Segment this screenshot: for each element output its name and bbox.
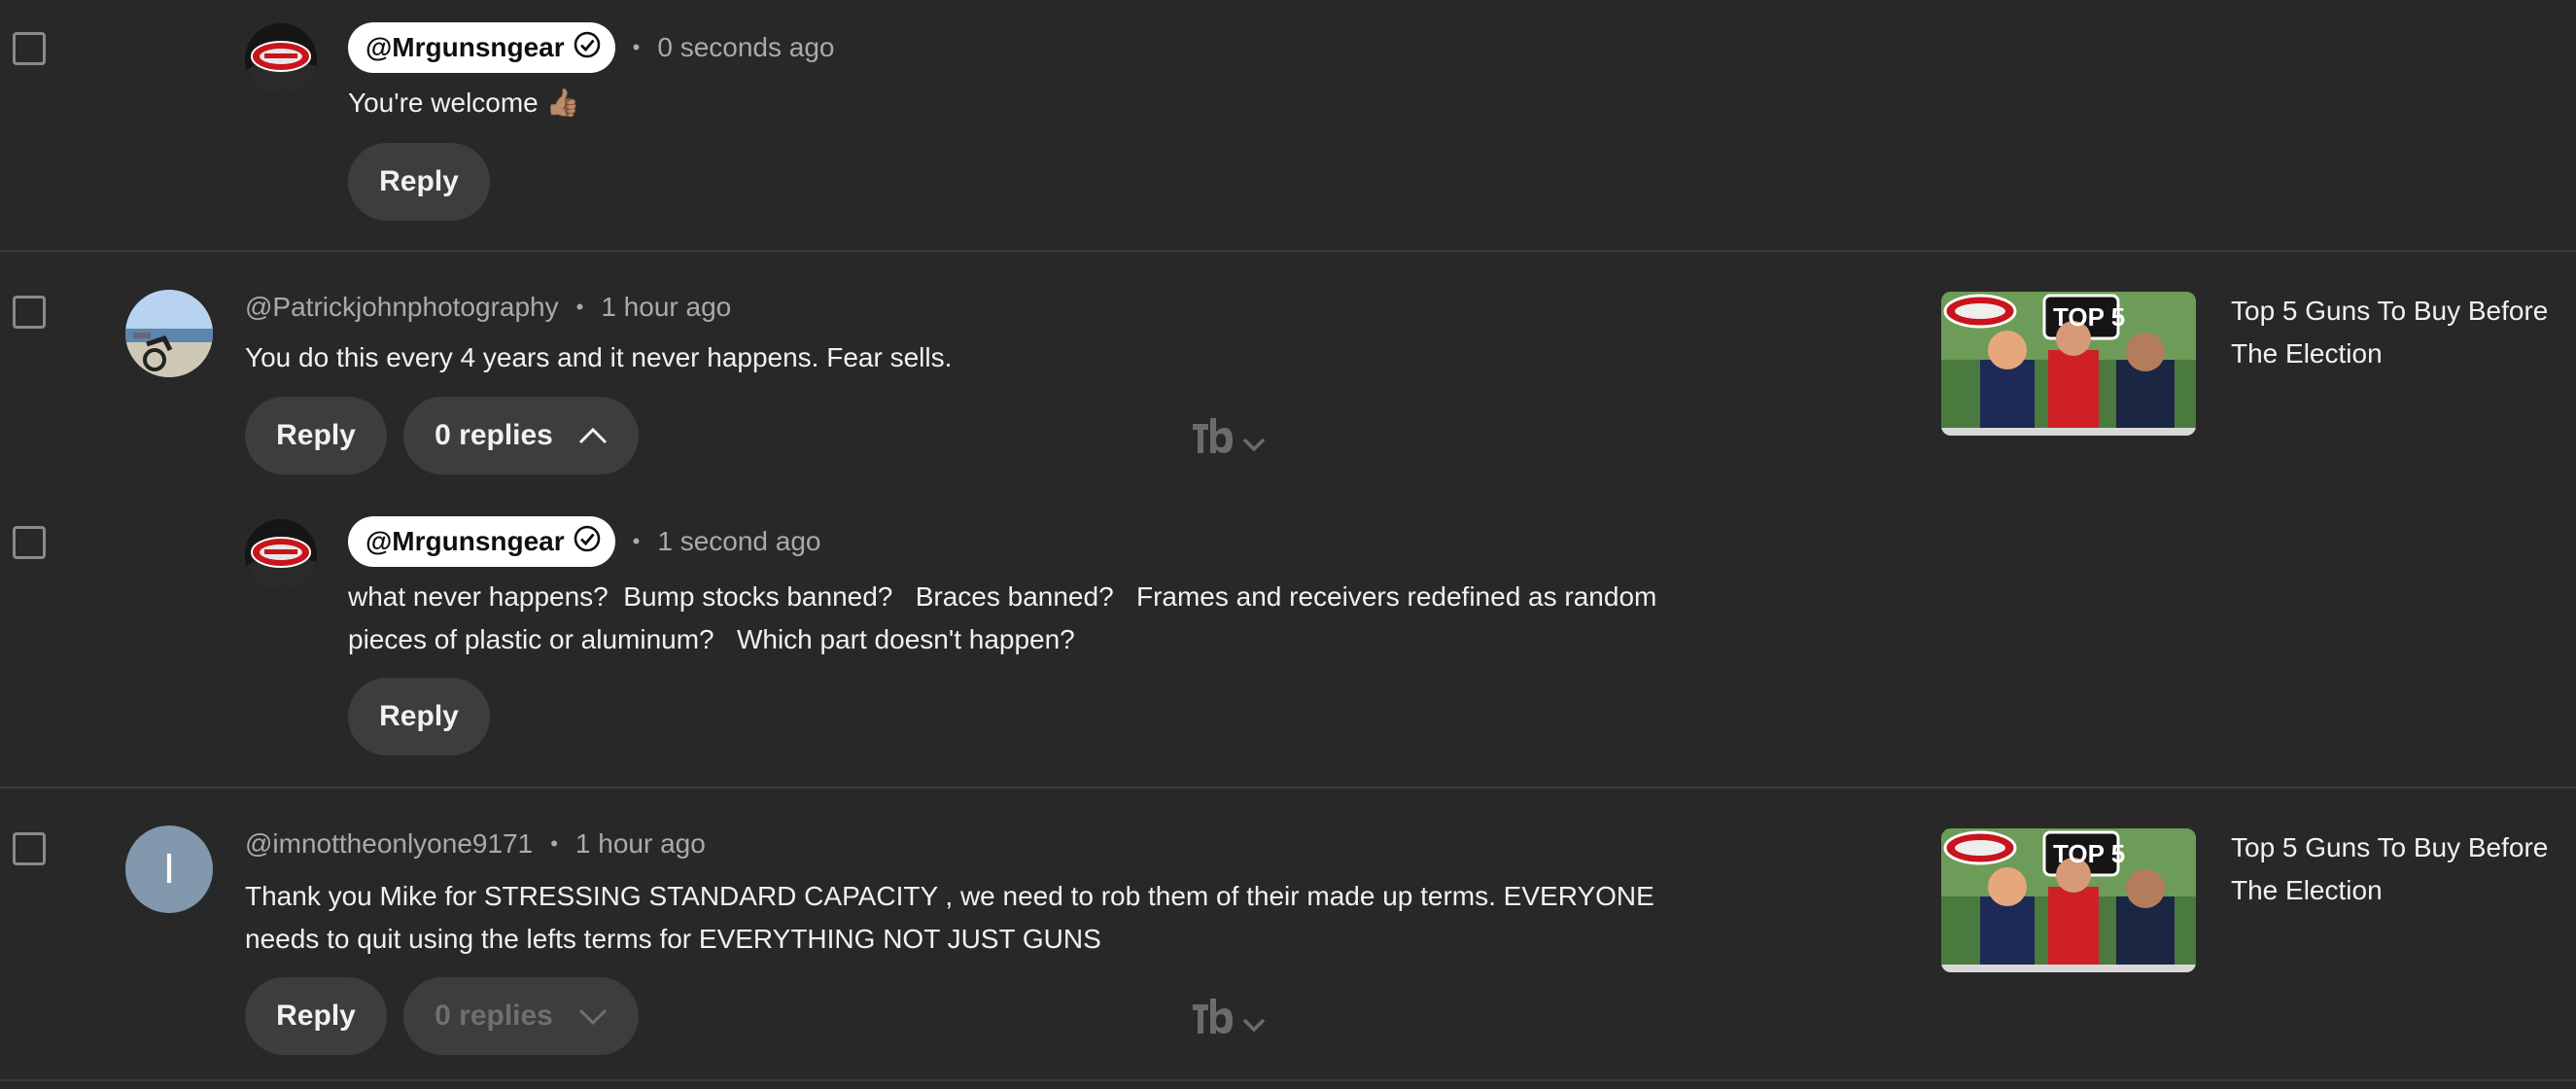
comment-text: You do this every 4 years and it never h… xyxy=(245,342,953,372)
reply-button[interactable]: Reply xyxy=(245,397,387,474)
replies-toggle-button[interactable]: 0 replies xyxy=(403,397,639,474)
select-checkbox[interactable] xyxy=(13,296,46,329)
owner-avatar[interactable] xyxy=(245,519,317,591)
replies-count: 0 replies xyxy=(435,1000,553,1032)
thumbnail-badge-text: TOP 5 xyxy=(2053,302,2126,332)
author-name[interactable]: @imnottheonlyone9171 xyxy=(245,828,533,860)
check-circle-icon xyxy=(573,30,602,66)
reply-button[interactable]: Reply xyxy=(348,143,490,221)
author-name: @Mrgunsngear xyxy=(366,526,565,556)
video-title[interactable]: Top 5 Guns To Buy Before The Election xyxy=(2231,826,2552,912)
tubebuddy-icon xyxy=(1191,997,1234,1045)
chevron-up-icon xyxy=(578,426,608,445)
tubebuddy-menu[interactable] xyxy=(1191,997,1267,1045)
reply-label: Reply xyxy=(379,700,459,732)
comment-time[interactable]: 1 hour ago xyxy=(575,828,706,860)
chevron-down-icon xyxy=(578,1006,608,1026)
tubebuddy-menu[interactable] xyxy=(1191,416,1267,465)
separator-dot: • xyxy=(632,35,641,59)
video-title[interactable]: Top 5 Guns To Buy Before The Election xyxy=(2231,290,2552,375)
user-avatar[interactable]: I xyxy=(125,826,213,913)
reply-button[interactable]: Reply xyxy=(245,977,387,1055)
owner-avatar[interactable] xyxy=(245,23,317,95)
avatar-letter: I xyxy=(162,845,176,893)
comment-text: Thank you Mike for STRESSING STANDARD CA… xyxy=(245,881,1670,954)
chevron-down-icon xyxy=(1241,1000,1267,1043)
reply-button[interactable]: Reply xyxy=(348,678,490,755)
author-name[interactable]: @Patrickjohnphotography xyxy=(245,292,559,323)
row-divider xyxy=(0,250,2576,252)
owner-author-chip[interactable]: @Mrgunsngear xyxy=(348,516,615,567)
owner-author-chip[interactable]: @Mrgunsngear xyxy=(348,22,615,73)
tubebuddy-icon xyxy=(1191,416,1234,465)
comment-text: You're welcome 👍🏽 xyxy=(348,88,580,118)
chevron-down-icon xyxy=(1241,419,1267,463)
check-circle-icon xyxy=(573,524,602,560)
select-checkbox[interactable] xyxy=(13,526,46,559)
replies-toggle-button[interactable]: 0 replies xyxy=(403,977,639,1055)
comment-time[interactable]: 0 seconds ago xyxy=(657,32,834,63)
separator-dot: • xyxy=(575,295,584,319)
comment-text: what never happens? Bump stocks banned? … xyxy=(348,581,1665,654)
reply-label: Reply xyxy=(276,1000,356,1032)
comment-time[interactable]: 1 second ago xyxy=(657,526,820,557)
reply-label: Reply xyxy=(276,419,356,451)
reply-label: Reply xyxy=(379,165,459,197)
row-divider xyxy=(0,1079,2576,1081)
select-checkbox[interactable] xyxy=(13,32,46,65)
author-name: @Mrgunsngear xyxy=(366,32,565,62)
separator-dot: • xyxy=(550,831,558,856)
comment-time[interactable]: 1 hour ago xyxy=(601,292,731,323)
video-thumbnail[interactable]: TOP 5 xyxy=(1941,292,2196,436)
video-thumbnail[interactable]: TOP 5 xyxy=(1941,828,2196,972)
thumbnail-badge-text: TOP 5 xyxy=(2053,839,2126,868)
replies-count: 0 replies xyxy=(435,419,553,451)
user-avatar[interactable] xyxy=(125,290,213,377)
separator-dot: • xyxy=(632,529,641,553)
select-checkbox[interactable] xyxy=(13,832,46,865)
row-divider xyxy=(0,787,2576,789)
